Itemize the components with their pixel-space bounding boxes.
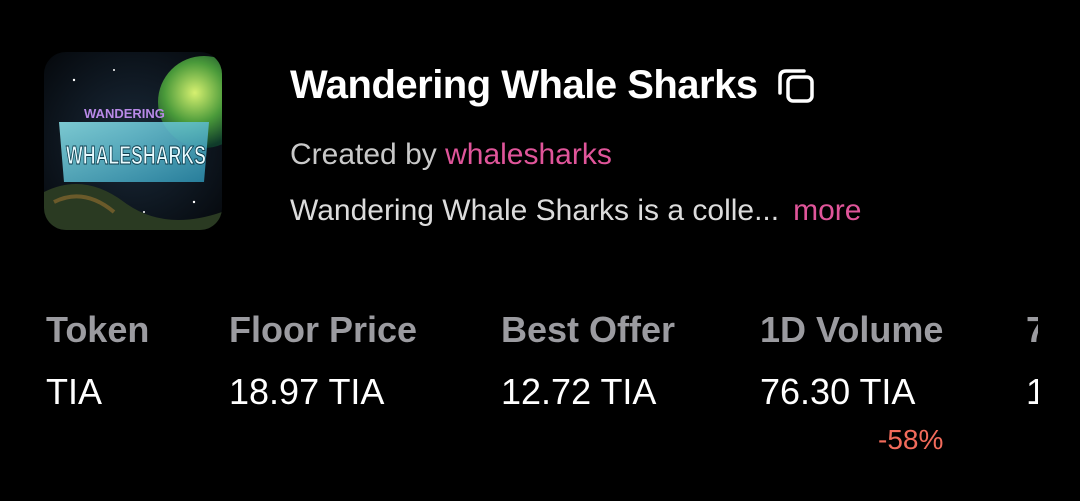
stat-best-offer: Best Offer 12.72 TIA bbox=[501, 306, 675, 416]
description-row: Wandering Whale Sharks is a colle... more bbox=[290, 194, 861, 228]
stat-floor-price: Floor Price 18.97 TIA bbox=[229, 306, 417, 416]
stat-label: 7 bbox=[1026, 309, 1038, 350]
collection-avatar[interactable]: WANDERING WHALESHARKS bbox=[44, 52, 222, 230]
copy-icon[interactable] bbox=[774, 63, 818, 107]
collection-header: WANDERING WHALESHARKS Wandering Whale Sh… bbox=[44, 52, 1080, 232]
collection-title: Wandering Whale Sharks bbox=[290, 62, 758, 107]
stat-value: TIA bbox=[46, 371, 103, 412]
stat-label: Floor Price bbox=[229, 309, 418, 350]
avatar-logo-top: WANDERING bbox=[84, 106, 165, 121]
stat-label: Best Offer bbox=[501, 309, 676, 350]
stats-row: Token TIA Floor Price 18.97 TIA Best Off… bbox=[0, 306, 1080, 486]
title-row: Wandering Whale Sharks bbox=[290, 62, 818, 108]
stat-value: 12.72 TIA bbox=[501, 371, 657, 412]
stat-label: 1D Volume bbox=[760, 309, 944, 350]
stat-value: 18.97 TIA bbox=[229, 371, 385, 412]
collection-description: Wandering Whale Sharks is a colle... bbox=[290, 194, 780, 227]
stat-1d-volume: 1D Volume 76.30 TIA -58% bbox=[760, 306, 943, 456]
creator-link[interactable]: whalesharks bbox=[445, 138, 612, 171]
creator-prefix: Created by bbox=[290, 138, 437, 171]
more-link[interactable]: more bbox=[793, 194, 861, 227]
stat-value: 76.30 TIA bbox=[760, 371, 916, 412]
stat-value: 1 bbox=[1026, 371, 1038, 412]
stat-token: Token TIA bbox=[46, 306, 149, 416]
stat-label: Token bbox=[46, 309, 150, 350]
creator-row: Created by whalesharks bbox=[290, 138, 612, 172]
stat-change-badge: -58% bbox=[878, 424, 944, 455]
avatar-logo-main: WHALESHARKS bbox=[66, 140, 206, 170]
stat-7d-volume-clipped: 7 1 bbox=[1026, 306, 1038, 436]
